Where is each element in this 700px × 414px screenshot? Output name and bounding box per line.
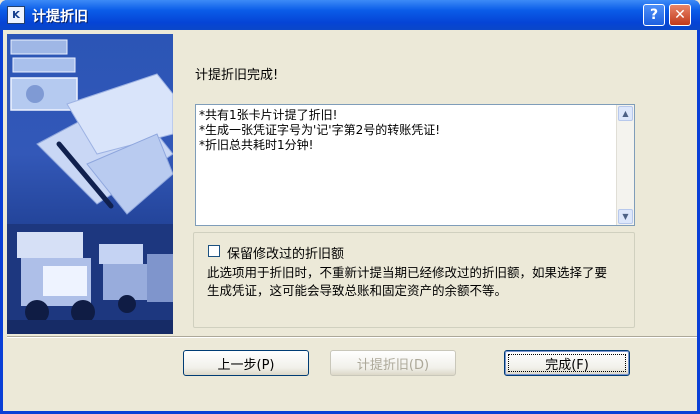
log-line: *共有1张卡片计提了折旧! — [199, 108, 338, 122]
banner-illustration — [7, 39, 173, 334]
close-button[interactable]: ✕ — [669, 4, 691, 26]
log-lines: *共有1张卡片计提了折旧! *生成一张凭证字号为'记'字第2号的转账凭证! *折旧总… — [199, 108, 614, 153]
button-separator — [7, 336, 697, 338]
wizard-banner-image — [7, 34, 173, 334]
keep-modified-label[interactable]: 保留修改过的折旧额 — [227, 243, 344, 262]
close-icon: ✕ — [674, 7, 686, 23]
title-bar[interactable]: K 计提折旧 ? ✕ — [0, 0, 700, 30]
log-scrollbar[interactable]: ▲ ▼ — [616, 105, 634, 225]
keep-modified-checkbox[interactable] — [208, 245, 220, 257]
log-line: *生成一张凭证字号为'记'字第2号的转账凭证! — [199, 123, 441, 137]
window-title: 计提折旧 — [32, 9, 88, 25]
finish-button[interactable]: 完成(F) — [504, 350, 630, 376]
depreciate-button[interactable]: 计提折旧(D) — [330, 350, 456, 376]
status-heading: 计提折旧完成! — [195, 68, 279, 83]
result-log-textarea[interactable]: *共有1张卡片计提了折旧! *生成一张凭证字号为'记'字第2号的转账凭证! *折旧总… — [195, 104, 635, 226]
scroll-up-icon[interactable]: ▲ — [618, 106, 633, 121]
log-line: *折旧总共耗时1分钟! — [199, 138, 314, 152]
help-icon: ? — [649, 7, 659, 23]
previous-step-button[interactable]: 上一步(P) — [183, 350, 309, 376]
option-description: 此选项用于折旧时，不重新计提当期已经修改过的折旧额，如果选择了要生成凭证，这可能… — [207, 265, 608, 298]
help-button[interactable]: ? — [643, 4, 665, 26]
depreciation-dialog: K 计提折旧 ? ✕ 计提折旧完成! *共有1张卡片计提了折旧! *生成一张凭证… — [0, 0, 700, 414]
scroll-down-icon[interactable]: ▼ — [618, 209, 633, 224]
app-icon: K — [7, 6, 25, 24]
